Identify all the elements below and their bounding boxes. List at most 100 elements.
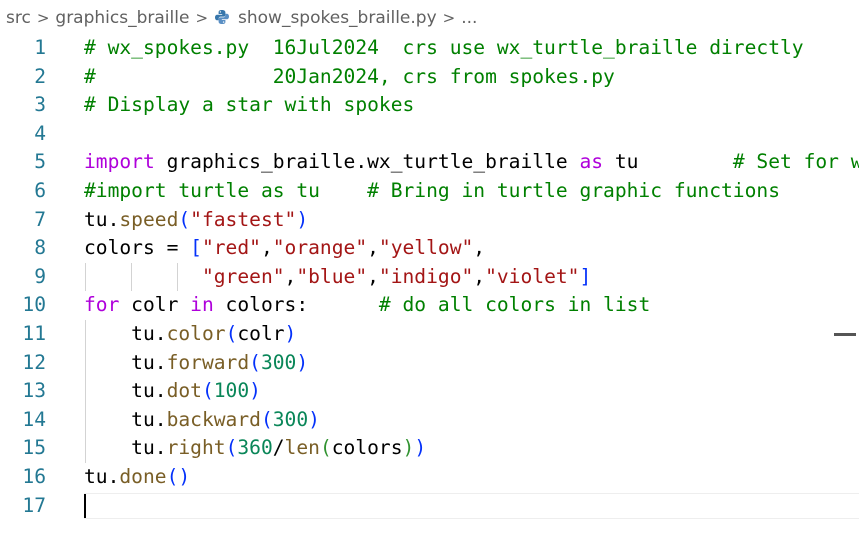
breadcrumb-item-symbols[interactable]: ... [461,8,477,28]
overview-ruler-marker [834,333,856,336]
code-line[interactable]: 16 tu.done() [0,463,859,492]
code-text: tu.backward(300) [84,406,320,435]
code-line[interactable]: 13 tu.dot(100) [0,377,859,406]
code-token: graphics_braille.wx_turtle_braille [154,150,580,174]
code-editor[interactable]: 1 # wx_spokes.py 16Jul2024 crs use wx_tur… [0,34,859,547]
code-token: tu [603,150,733,174]
code-line[interactable]: 5 import graphics_braille.wx_turtle_brail… [0,148,859,177]
line-number: 12 [22,350,46,374]
text-cursor [84,493,86,518]
line-number: 10 [22,293,46,317]
code-token: #import turtle as tu # Bring in turtle g… [84,179,780,202]
line-number: 13 [22,379,46,403]
code-token: , [367,236,379,260]
code-token: "red" [201,236,261,260]
code-token: dot [166,379,202,403]
code-token: speed [119,207,179,231]
code-line[interactable]: 4 [0,120,859,149]
code-line[interactable]: 8 colors = ["red","orange","yellow", [0,234,859,263]
code-token: in [190,293,214,317]
code-token: # wx_spokes.py 16Jul2024 crs use wx_turt… [84,36,804,59]
code-token: colr [119,293,191,317]
code-line[interactable]: 14 tu.backward(300) [0,406,859,435]
code-token: "indigo" [378,264,474,288]
code-token: colors = [84,236,191,260]
python-file-icon [215,10,230,24]
breadcrumb-item-graphics-braille[interactable]: graphics_braille [55,8,189,28]
code-token: "green" [201,264,285,288]
line-number: 7 [34,207,46,231]
code-token: ( [201,379,214,403]
code-text: "green","blue","indigo","violet"] [84,263,591,292]
line-number: 15 [22,436,46,460]
indent-guide [85,320,86,463]
code-token: ( [225,322,238,345]
line-number: 6 [34,179,46,202]
line-number: 9 [34,264,46,288]
code-line[interactable]: 10 for colr in colors: # do all colors in… [0,291,859,320]
code-text: # 20Jan2024, crs from spokes.py [84,63,615,92]
code-token: tu. [84,436,167,460]
code-text: tu.dot(100) [84,377,261,406]
breadcrumb-item-src[interactable]: src [6,8,31,28]
code-text: # wx_spokes.py 16Jul2024 crs use wx_turt… [84,34,804,63]
code-text: tu.right(360/len(colors)) [84,434,426,463]
line-number: 14 [22,407,46,431]
line-number: 2 [34,64,46,88]
code-token: , [284,264,297,288]
code-token: 300 [272,407,309,431]
code-text: import graphics_braille.wx_turtle_braill… [84,148,859,177]
code-token: ) [249,379,261,403]
code-token: ) [414,436,427,460]
code-token: ( [249,350,261,374]
code-token: tu. [84,207,120,231]
line-number: 4 [34,121,46,145]
code-text: tu.speed("fastest") [84,206,308,235]
line-number: 8 [34,236,46,260]
code-text: for colr in colors: # do all colors in l… [84,291,650,320]
code-text: # Display a star with spokes [84,91,414,120]
code-token: # 20Jan2024, crs from spokes.py [84,64,615,88]
chevron-right-icon: > [36,9,50,27]
code-token: tu. [84,465,120,488]
code-token: , [473,236,486,260]
code-line[interactable]: 3 # Display a star with spokes [0,91,859,120]
code-token: , [473,264,486,288]
code-line[interactable]: 9 "green","blue","indigo","violet"] [0,263,859,292]
line-number: 1 [34,36,46,59]
code-text: #import turtle as tu # Bring in turtle g… [84,177,780,206]
code-token: ) [402,436,415,460]
line-number: 17 [22,493,46,517]
code-line[interactable]: 1 # wx_spokes.py 16Jul2024 crs use wx_tur… [0,34,859,63]
code-line[interactable]: 11 tu.color(colr) [0,320,859,349]
code-token: "orange" [272,236,368,260]
code-token: done [119,465,167,488]
line-number: 3 [34,93,46,117]
code-token: ) [296,207,309,231]
code-line[interactable]: 7 tu.speed("fastest") [0,206,859,235]
code-token: # Set for wx [732,150,859,174]
code-token: # do all colors in list [378,293,651,317]
code-token: tu. [84,322,167,345]
code-line[interactable]: 6 #import turtle as tu # Bring in turtle … [0,177,859,206]
code-line[interactable]: 15 tu.right(360/len(colors)) [0,434,859,463]
code-text: colors = ["red","orange","yellow", [84,234,485,263]
code-token: for [84,293,120,317]
breadcrumb-item-file[interactable]: show_spokes_braille.py [214,8,437,28]
code-token: "fastest" [190,207,297,231]
code-token: / [272,436,285,460]
code-line[interactable]: 2 # 20Jan2024, crs from spokes.py [0,63,859,92]
line-number: 16 [22,465,46,488]
breadcrumb-file-label: show_spokes_braille.py [238,8,437,28]
line-number: 5 [34,150,46,174]
code-line[interactable]: 12 tu.forward(300) [0,349,859,378]
code-token: colr [237,322,285,345]
code-token: len [284,436,320,460]
chevron-right-icon: > [195,9,209,27]
chevron-right-icon: > [442,9,456,27]
code-token: "yellow" [378,236,474,260]
code-token: ) [284,322,297,345]
indent-guide [85,262,86,292]
code-line[interactable]: 17 [0,492,859,521]
